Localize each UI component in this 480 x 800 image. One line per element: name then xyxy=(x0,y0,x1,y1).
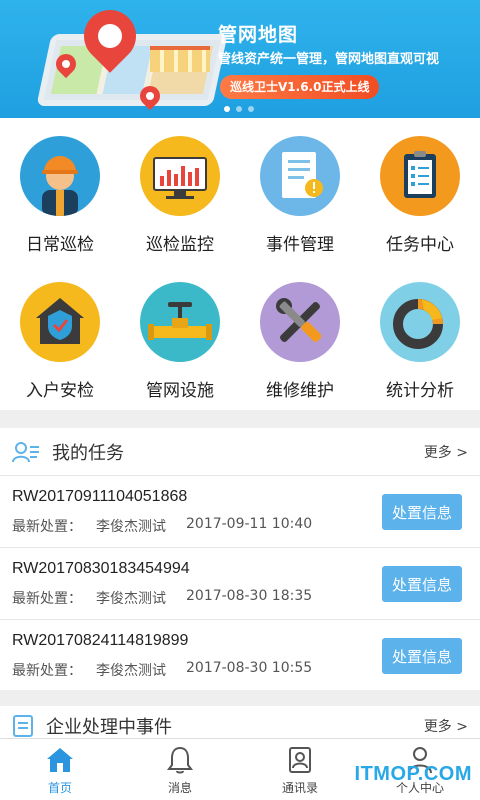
document-alert-icon xyxy=(260,136,340,216)
pipe-valve-icon xyxy=(140,282,220,362)
my-tasks-title: 我的任务 xyxy=(52,442,124,464)
clipboard-icon xyxy=(380,136,460,216)
grid-item-label: 维修维护 xyxy=(266,381,334,401)
grid-item-label: 统计分析 xyxy=(386,381,454,401)
grid-item-statistics[interactable]: 统计分析 xyxy=(360,264,480,410)
grid-item-event-management[interactable]: 事件管理 xyxy=(240,118,360,264)
bell-icon xyxy=(167,746,193,774)
enterprise-events-title: 企业处理中事件 xyxy=(46,717,172,738)
more-link[interactable]: 更多 > xyxy=(424,716,468,736)
task-time: 2017-09-11 10:40 xyxy=(186,516,313,532)
grid-item-label: 事件管理 xyxy=(266,235,334,255)
banner-title: 管网地图 xyxy=(218,24,299,46)
nav-item-home[interactable]: 首页 xyxy=(0,739,120,800)
handle-info-button[interactable]: 处置信息 xyxy=(382,566,462,602)
carousel-indicator[interactable] xyxy=(224,106,254,112)
nav-label: 通讯录 xyxy=(281,781,318,795)
carousel-dot[interactable] xyxy=(248,106,254,112)
donut-chart-icon xyxy=(380,282,460,362)
my-tasks-card: 我的任务 更多 > RW20170911104051868 最新处置： 李俊杰测试… xyxy=(0,428,480,690)
grid-item-label: 日常巡检 xyxy=(26,235,94,255)
grid-item-task-center[interactable]: 任务中心 xyxy=(360,118,480,264)
person-list-icon xyxy=(12,441,39,462)
grid-item-label: 管网设施 xyxy=(146,381,214,401)
worker-icon xyxy=(20,136,100,216)
nav-label: 消息 xyxy=(167,781,192,795)
buildings-illustration xyxy=(150,46,210,72)
grid-item-home-inspection[interactable]: 入户安检 xyxy=(0,264,120,410)
grid-item-label: 任务中心 xyxy=(386,235,454,255)
task-row[interactable]: RW20170830183454994 最新处置： 李俊杰测试 2017-08-3… xyxy=(0,548,480,620)
task-time: 2017-08-30 10:55 xyxy=(186,660,313,676)
banner-ribbon: 巡线卫士V1.6.0正式上线 xyxy=(220,75,380,99)
nav-label: 首页 xyxy=(47,781,72,795)
task-row[interactable]: RW20170824114819899 最新处置： 李俊杰测试 2017-08-3… xyxy=(0,620,480,692)
function-grid: 日常巡检 巡检监控 事件管理 任务中心 入户安检 管网设施 维修维护 统计分析 xyxy=(0,118,480,410)
monitor-chart-icon xyxy=(140,136,220,216)
watermark: ITMOP.COM xyxy=(354,763,472,785)
task-meta-label: 最新处置： 李俊杰测试 xyxy=(12,591,166,607)
banner-subtitle: 管线资产统一管理，管网地图直观可视 xyxy=(218,52,440,67)
document-list-icon xyxy=(13,715,33,737)
grid-item-repair-maintenance[interactable]: 维修维护 xyxy=(240,264,360,410)
handle-info-button[interactable]: 处置信息 xyxy=(382,638,462,674)
more-link[interactable]: 更多 > xyxy=(424,442,468,462)
handle-info-button[interactable]: 处置信息 xyxy=(382,494,462,530)
task-time: 2017-08-30 18:35 xyxy=(186,588,313,604)
task-row[interactable]: RW20170911104051868 最新处置： 李俊杰测试 2017-09-1… xyxy=(0,476,480,548)
promo-banner[interactable]: 管网地图 管线资产统一管理，管网地图直观可视 巡线卫士V1.6.0正式上线 xyxy=(0,0,480,118)
grid-item-daily-inspection[interactable]: 日常巡检 xyxy=(0,118,120,264)
home-icon xyxy=(47,748,73,772)
task-meta-label: 最新处置： 李俊杰测试 xyxy=(12,519,166,535)
nav-item-contacts[interactable]: 通讯录 xyxy=(240,739,360,800)
grid-item-label: 巡检监控 xyxy=(146,235,214,255)
task-meta-label: 最新处置： 李俊杰测试 xyxy=(12,663,166,679)
contacts-icon xyxy=(289,747,311,773)
my-tasks-header: 我的任务 更多 > xyxy=(0,428,480,476)
wrench-screwdriver-icon xyxy=(260,282,340,362)
grid-item-pipe-facilities[interactable]: 管网设施 xyxy=(120,264,240,410)
house-shield-icon xyxy=(20,282,100,362)
grid-item-label: 入户安检 xyxy=(26,381,94,401)
grid-item-inspection-monitor[interactable]: 巡检监控 xyxy=(120,118,240,264)
nav-item-messages[interactable]: 消息 xyxy=(120,739,240,800)
carousel-dot[interactable] xyxy=(236,106,242,112)
carousel-dot[interactable] xyxy=(224,106,230,112)
